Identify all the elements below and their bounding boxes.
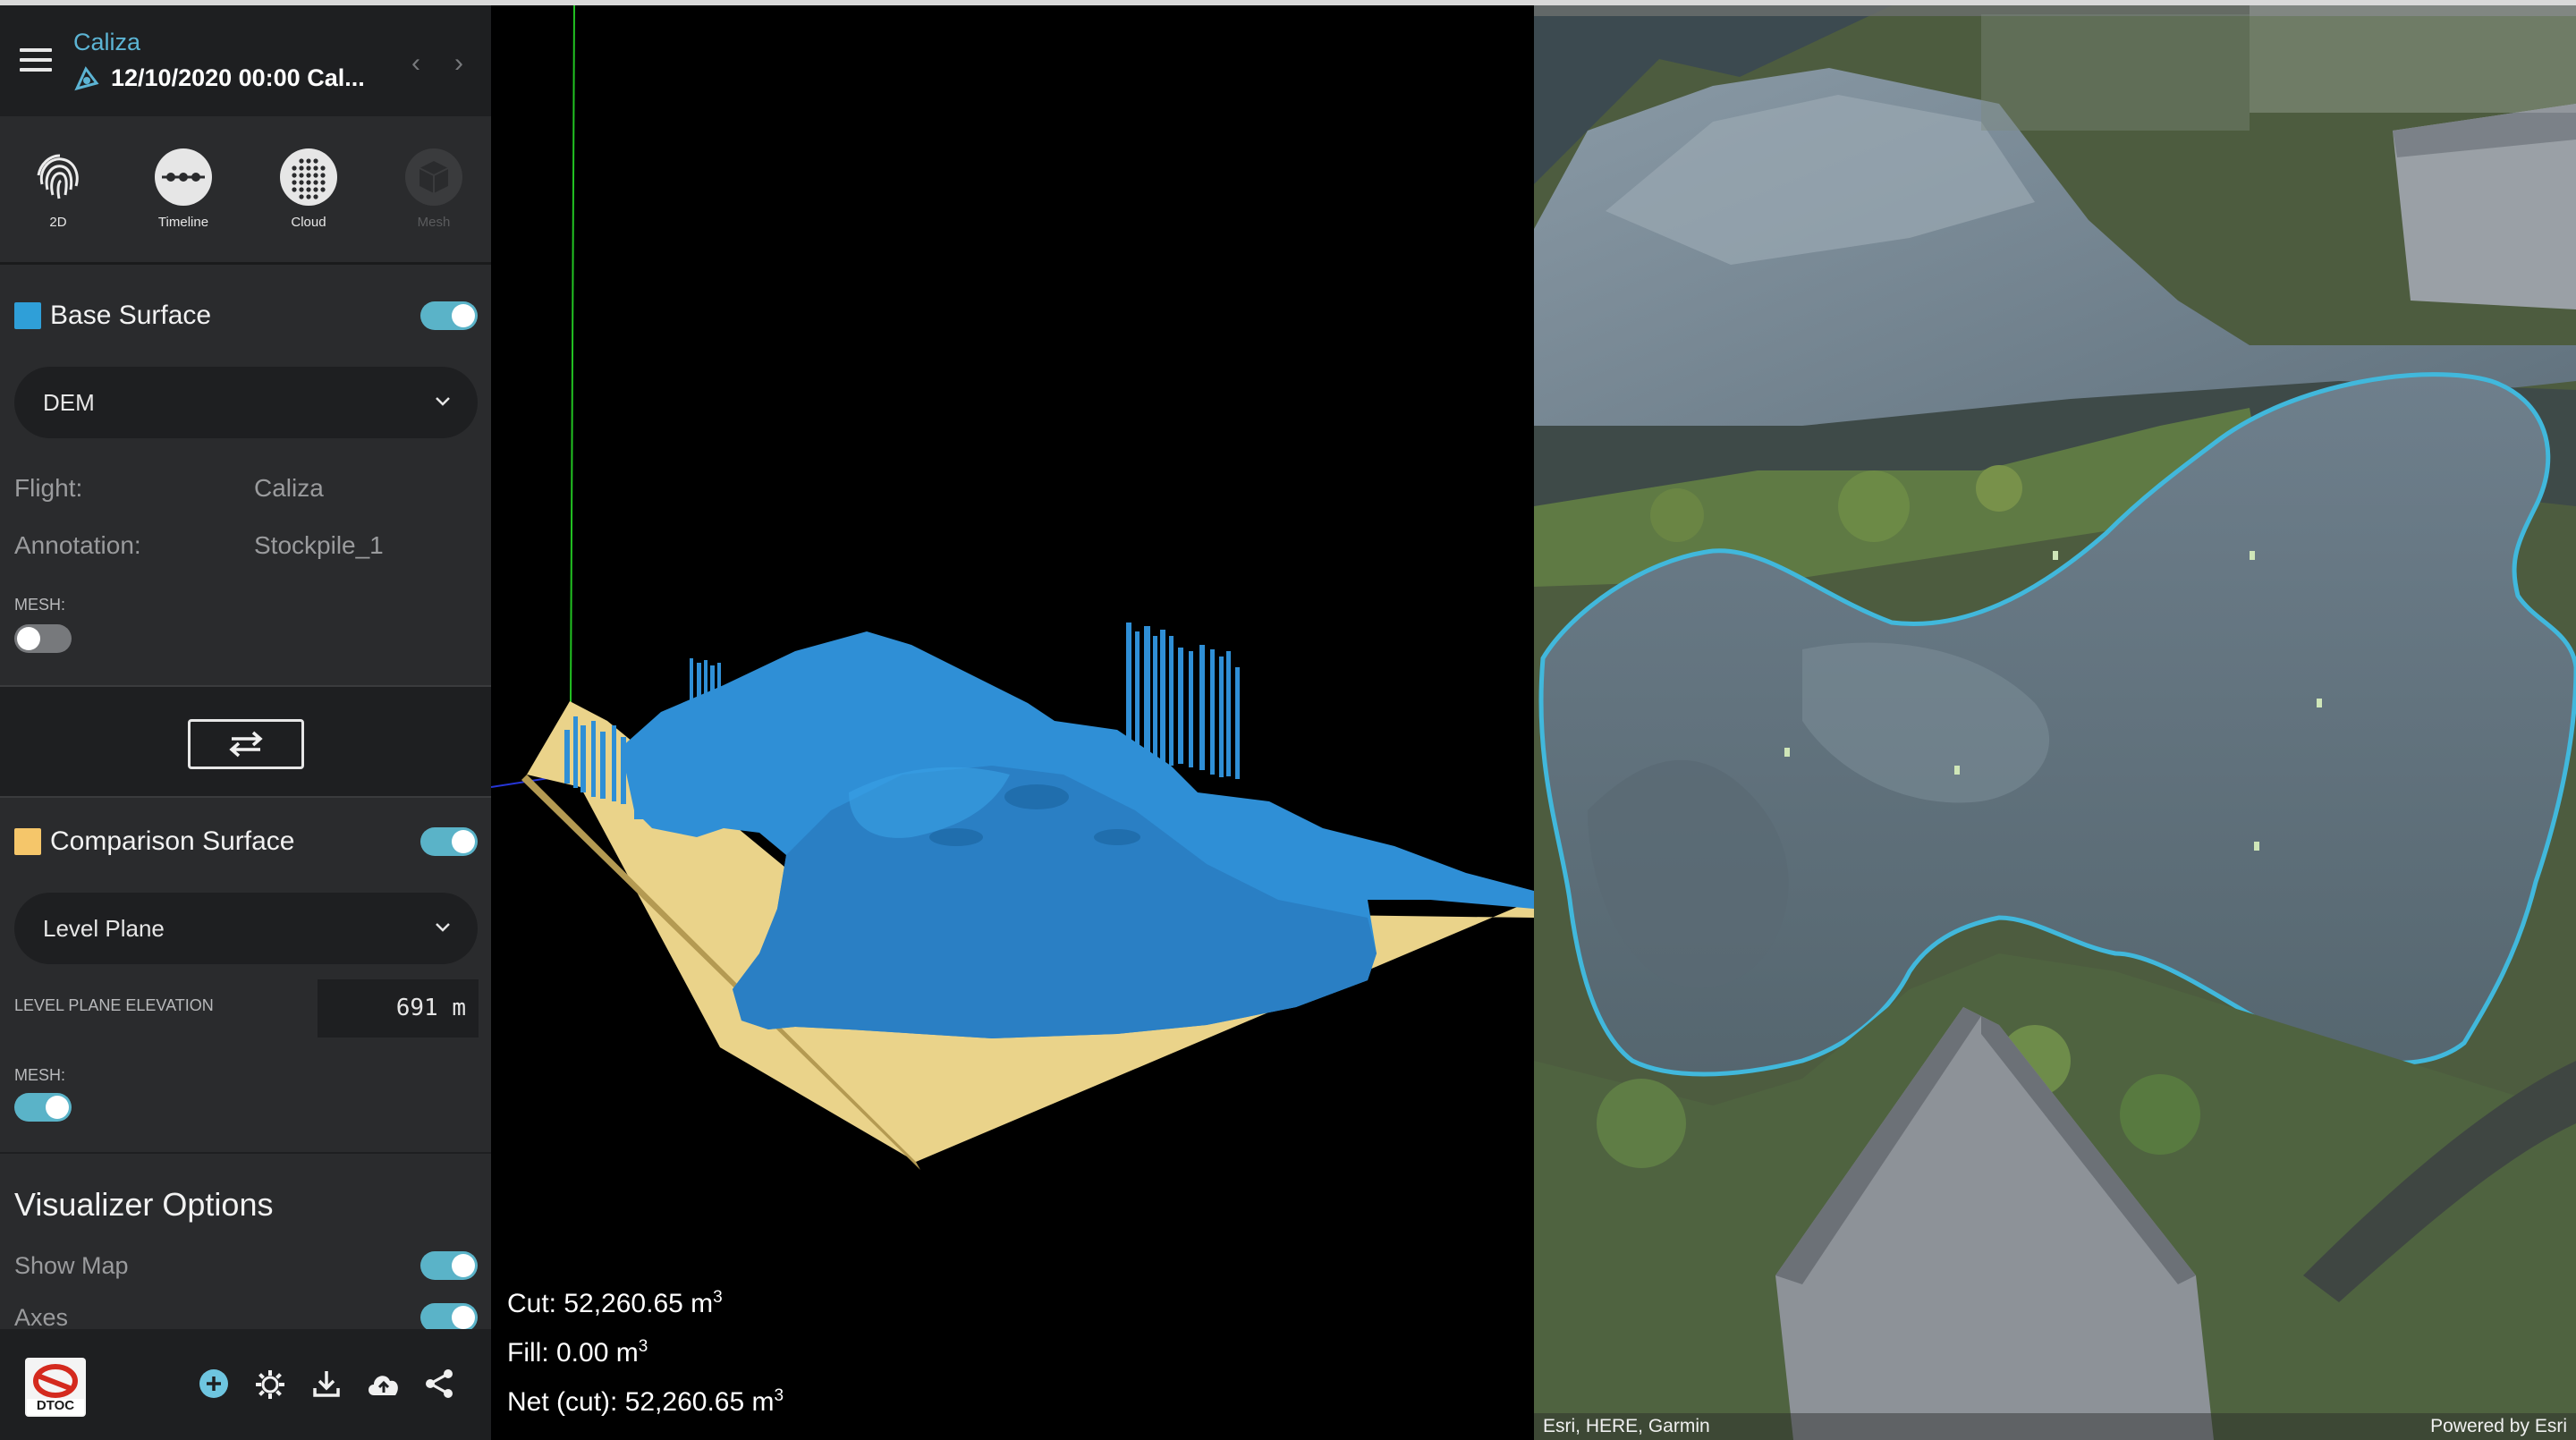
share-icon[interactable]: [424, 1368, 454, 1399]
mode-cloud-label: Cloud: [291, 215, 326, 230]
level-plane-elevation-label: LEVEL PLANE ELEVATION: [14, 996, 214, 1014]
flight-date-label: 12/10/2020 00:00 Cal...: [111, 64, 365, 91]
cut-stat: Cut: 52,260.65 m3: [507, 1276, 784, 1326]
drone-flight-icon: [74, 65, 99, 90]
settings-gear-icon[interactable]: [254, 1368, 286, 1401]
mode-mesh-button[interactable]: Mesh: [394, 148, 474, 230]
mode-2d-label: 2D: [49, 215, 67, 230]
sidebar-footer: DTOC: [0, 1329, 491, 1440]
chevron-down-icon: [436, 397, 450, 406]
cloud-dots-icon: [280, 148, 337, 206]
comparison-surface-label: Comparison Surface: [50, 826, 295, 856]
fingerprint-icon: [30, 148, 87, 206]
satellite-map[interactable]: Esri, HERE, Garmin Powered by Esri: [1534, 5, 2576, 1440]
sidebar-header: Caliza 12/10/2020 00:00 Cal... ‹ ›: [0, 5, 491, 116]
project-title[interactable]: Caliza: [73, 29, 140, 56]
comparison-surface-swatch: [14, 828, 41, 855]
fill-stat: Fill: 0.00 m3: [507, 1326, 784, 1375]
base-surface-select[interactable]: DEM: [14, 367, 478, 438]
annotation-label: Annotation:: [14, 531, 141, 559]
comparison-surface-header: Comparison Surface: [14, 826, 294, 857]
base-mesh-toggle[interactable]: [14, 624, 72, 653]
net-unit-exponent: 3: [774, 1386, 784, 1405]
net-stat-text: Net (cut): 52,260.65 m: [507, 1387, 775, 1417]
chevron-left-icon[interactable]: ‹: [411, 48, 420, 79]
swap-surfaces-button[interactable]: [188, 719, 304, 769]
mode-mesh-label: Mesh: [417, 215, 451, 230]
base-surface-header: Base Surface: [14, 301, 211, 331]
comparison-mesh-label: MESH:: [14, 1066, 66, 1084]
chevron-right-icon[interactable]: ›: [454, 48, 463, 79]
cloud-upload-icon[interactable]: [365, 1368, 402, 1399]
comparison-surface-select-value: Level Plane: [43, 914, 165, 942]
volume-stats: Cut: 52,260.65 m3 Fill: 0.00 m3 Net (cut…: [507, 1276, 784, 1424]
mode-timeline-button[interactable]: Timeline: [143, 148, 224, 230]
swap-arrows-icon: [229, 731, 263, 758]
comparison-surface-toggle[interactable]: [420, 827, 478, 856]
company-logo[interactable]: DTOC: [25, 1358, 86, 1417]
chevron-down-icon: [436, 923, 450, 932]
download-icon[interactable]: [311, 1368, 342, 1399]
level-plane-elevation-input[interactable]: 691 m: [318, 979, 479, 1038]
swap-surfaces-band: [0, 685, 491, 798]
net-stat: Net (cut): 52,260.65 m3: [507, 1375, 784, 1424]
cut-unit-exponent: 3: [713, 1288, 723, 1307]
3d-viewer[interactable]: Cut: 52,260.65 m3 Fill: 0.00 m3 Net (cut…: [491, 5, 1534, 1440]
z-axis-line: [570, 5, 575, 704]
sidebar: Caliza 12/10/2020 00:00 Cal... ‹ › 2D Ti…: [0, 5, 491, 1440]
fill-stat-text: Fill: 0.00 m: [507, 1338, 639, 1368]
mode-timeline-label: Timeline: [157, 215, 209, 230]
comparison-mesh-toggle[interactable]: [14, 1093, 72, 1122]
map-attribution-left: Esri, HERE, Garmin: [1543, 1416, 1710, 1436]
base-surface-swatch: [14, 302, 41, 329]
flight-value: Caliza: [254, 474, 324, 502]
flight-label: Flight:: [14, 474, 83, 502]
base-surface-select-value: DEM: [43, 388, 95, 416]
window-top-edge: [0, 0, 2576, 5]
aerial-imagery: [1534, 5, 2576, 1440]
mode-cloud-button[interactable]: Cloud: [268, 148, 349, 230]
flight-selector[interactable]: 12/10/2020 00:00 Cal...: [73, 64, 365, 92]
base-surface-toggle[interactable]: [420, 301, 478, 330]
map-attribution-right[interactable]: Powered by Esri: [2430, 1413, 2567, 1440]
fill-unit-exponent: 3: [638, 1337, 648, 1356]
timeline-icon: [155, 148, 212, 206]
base-surface-label: Base Surface: [50, 301, 212, 330]
base-mesh-label: MESH:: [14, 596, 66, 614]
add-circle-icon[interactable]: [199, 1368, 229, 1399]
show-map-toggle[interactable]: [420, 1251, 478, 1280]
cut-stat-text: Cut: 52,260.65 m: [507, 1289, 714, 1318]
comparison-surface-select[interactable]: Level Plane: [14, 893, 478, 964]
show-map-label: Show Map: [14, 1252, 129, 1279]
axes-label: Axes: [14, 1304, 69, 1331]
visualizer-options-title: Visualizer Options: [14, 1186, 274, 1223]
view-mode-bar: 2D Timeline Cloud Mesh: [0, 116, 491, 265]
cube-icon: [405, 148, 462, 206]
mode-2d-button[interactable]: 2D: [18, 148, 98, 230]
menu-icon[interactable]: [20, 48, 52, 77]
volume-scene: [491, 5, 1534, 1170]
logo-text: DTOC: [36, 1398, 75, 1413]
divider: [0, 1152, 491, 1154]
annotation-value: Stockpile_1: [254, 531, 384, 559]
axes-toggle[interactable]: [420, 1303, 478, 1332]
